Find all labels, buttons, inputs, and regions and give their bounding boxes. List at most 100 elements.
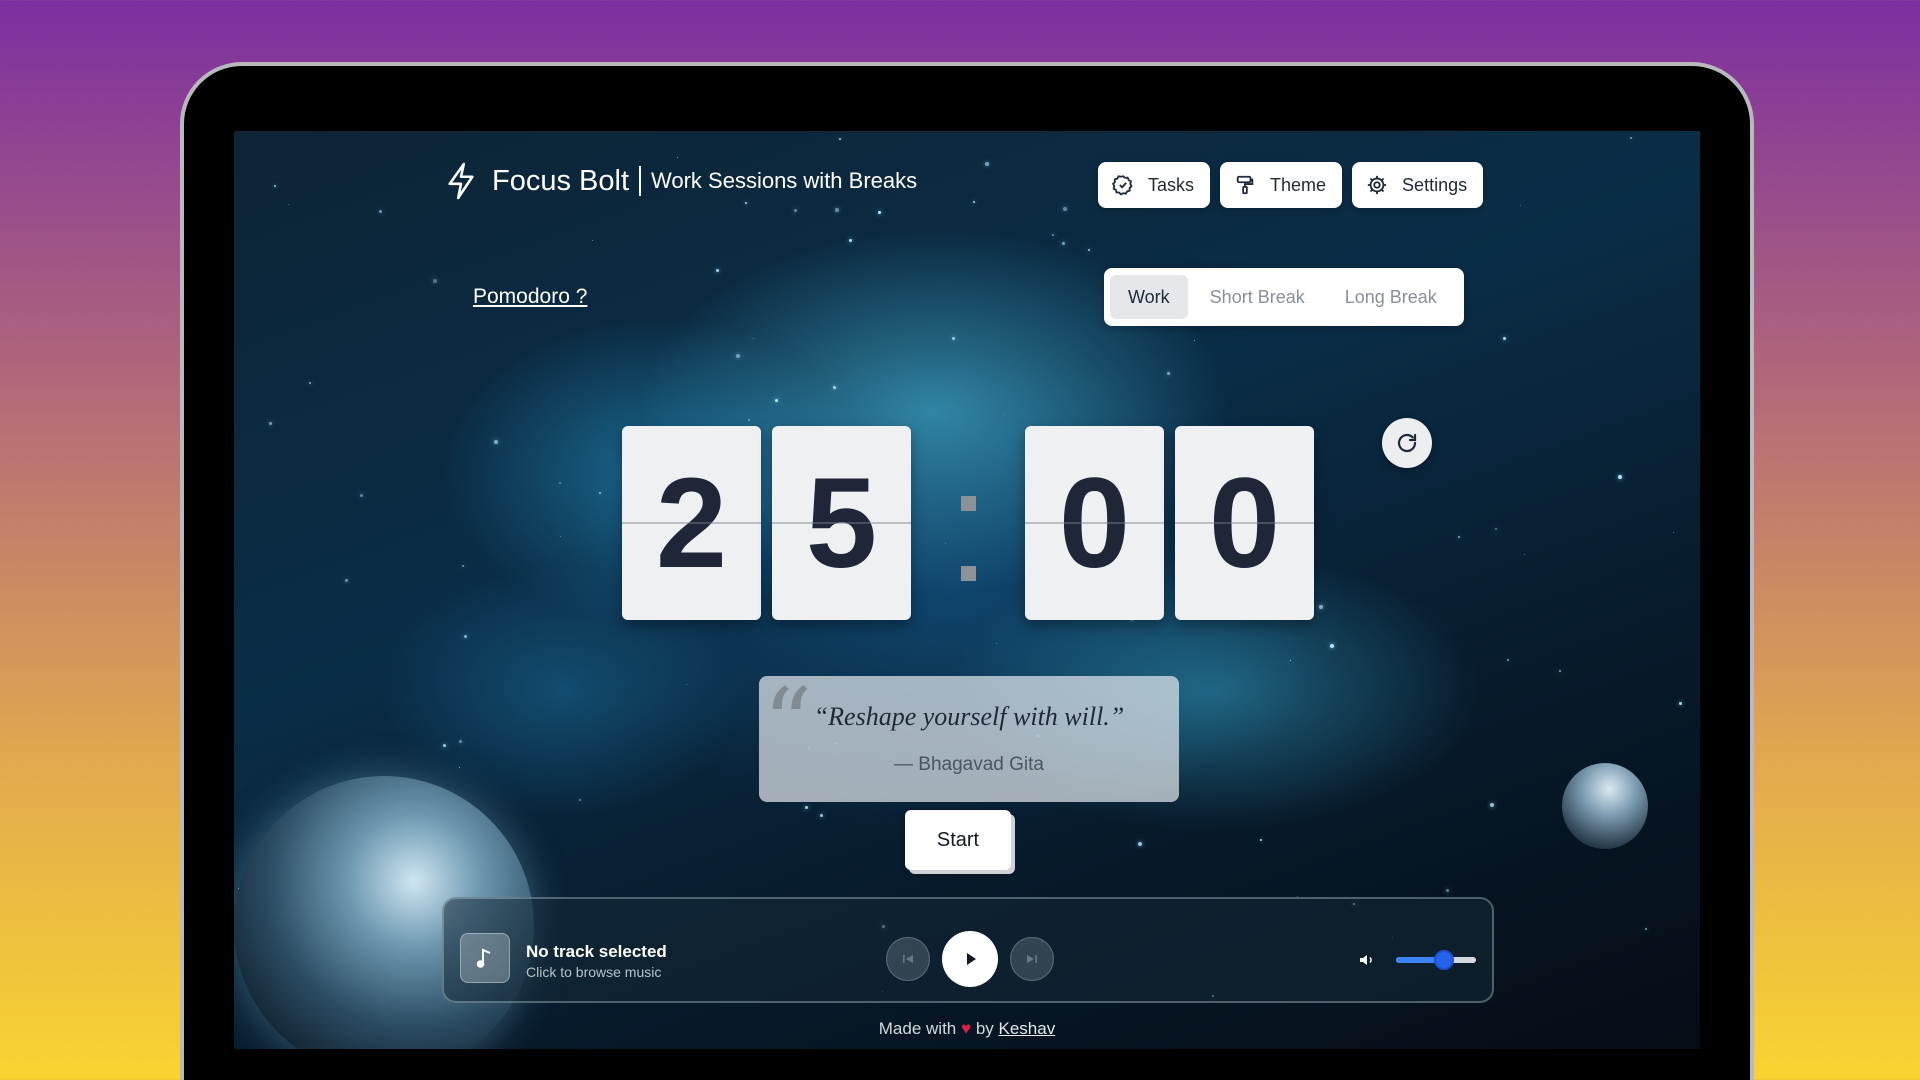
star [1673,532,1674,533]
brand-separator [639,166,641,196]
settings-button[interactable]: Settings [1352,162,1484,208]
app-screen: Focus Bolt Work Sessions with Breaks Tas… [234,131,1700,1049]
tasks-button[interactable]: Tasks [1098,162,1211,208]
star [686,684,687,685]
star [833,386,836,389]
star [973,201,975,203]
paint-roller-icon [1236,175,1254,195]
star [1645,928,1647,930]
star [559,482,561,484]
tasks-label: Tasks [1148,174,1195,195]
theme-button[interactable]: Theme [1220,162,1343,208]
star [443,744,446,747]
check-circle-icon [1112,175,1133,196]
track-title[interactable]: No track selected [526,942,667,962]
star [288,204,289,205]
star [748,419,750,421]
timer-display: 2 5 0 0 [622,426,1314,620]
seconds-ones-digit: 0 [1175,426,1314,620]
star [985,162,989,166]
play-icon [967,953,976,965]
tab-short-break[interactable]: Short Break [1192,275,1323,319]
star [1446,889,1449,892]
star [1630,137,1632,139]
gear-icon [1367,175,1387,195]
star [952,337,955,340]
star [820,814,823,817]
star [274,185,276,187]
volume-slider[interactable] [1396,950,1476,970]
star [1052,234,1054,236]
star [345,579,348,582]
refresh-icon [1397,433,1417,453]
star [592,240,593,241]
star [1503,337,1506,340]
play-button[interactable] [942,931,998,987]
star [269,422,272,425]
star [794,209,797,212]
music-player: No track selected Click to browse music [442,897,1494,1003]
theme-label: Theme [1270,174,1327,195]
footer: Made with ♥ by Keshav [234,1019,1700,1039]
star [1524,554,1525,555]
star [1458,536,1460,538]
star [379,210,382,213]
bolt-icon [448,162,474,200]
settings-label: Settings [1402,174,1468,195]
star [716,269,719,272]
star [1507,659,1509,661]
star [560,536,561,537]
star [745,202,747,204]
star [753,338,754,339]
skip-forward-icon [1027,955,1037,963]
star [1520,205,1521,206]
star [462,565,464,567]
skip-back-icon [903,955,913,963]
star [1088,249,1090,251]
reset-timer-button[interactable] [1382,418,1432,468]
star [839,138,841,140]
star [1319,605,1323,609]
next-track-button[interactable] [1010,937,1054,981]
star [996,643,997,644]
star [360,494,363,497]
brand: Focus Bolt Work Sessions with Breaks [444,161,917,201]
author-link[interactable]: Keshav [999,1019,1056,1038]
star [1330,644,1334,648]
music-note-icon[interactable] [460,933,510,983]
star [1260,839,1262,841]
star [775,399,778,402]
quote-text: “Reshape yourself with will.” [813,702,1125,731]
star [1194,340,1195,341]
star [599,492,601,494]
tab-long-break[interactable]: Long Break [1327,275,1455,319]
star [849,239,852,242]
brand-name: Focus Bolt [492,164,629,197]
quote-card: “ “Reshape yourself with will.” — Bhagav… [759,676,1179,802]
star [459,740,462,743]
star [494,440,498,444]
star [579,799,581,801]
star [1559,670,1561,672]
seconds-tens-digit: 0 [1025,426,1164,620]
brand-tagline: Work Sessions with Breaks [651,168,918,193]
mode-tabs: Work Short Break Long Break [1104,268,1464,326]
star [1063,207,1067,211]
star [1062,242,1065,245]
volume-thumb[interactable] [1434,950,1454,970]
star [1138,842,1142,846]
heart-icon: ♥ [960,1019,972,1038]
start-button[interactable]: Start [905,810,1011,870]
star [433,279,437,283]
tab-work[interactable]: Work [1110,275,1188,319]
pomodoro-info-link[interactable]: Pomodoro ? [473,285,587,309]
star [309,382,311,384]
star [464,635,467,638]
star [805,806,808,809]
previous-track-button[interactable] [886,937,930,981]
star [459,767,460,768]
header-buttons: Tasks Theme Settings [1098,162,1484,208]
star [736,354,740,358]
volume-icon[interactable] [1358,951,1376,969]
track-subtitle[interactable]: Click to browse music [526,964,661,980]
